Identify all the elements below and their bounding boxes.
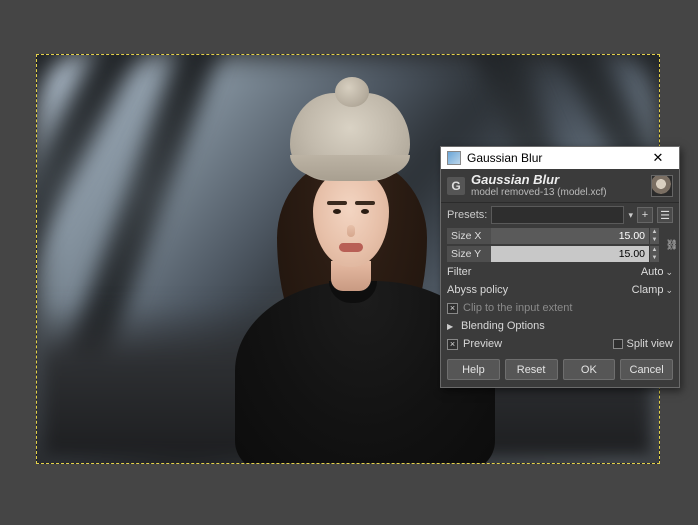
split-view-toggle[interactable]: Split view: [613, 338, 673, 350]
expand-arrow-icon: ▶: [447, 322, 456, 331]
filter-row[interactable]: Filter Auto ⌄: [441, 263, 679, 281]
gaussian-blur-dialog: Gaussian Blur ✕ G Gaussian Blur model re…: [440, 146, 680, 388]
clip-row[interactable]: × Clip to the input extent: [441, 299, 679, 317]
close-button[interactable]: ✕: [641, 148, 675, 168]
filter-subtitle: model removed-13 (model.xcf): [471, 187, 645, 198]
cancel-button[interactable]: Cancel: [620, 359, 673, 380]
reset-button-label: Reset: [517, 364, 546, 376]
size-y-input[interactable]: 15.00: [491, 246, 649, 262]
size-y-value: 15.00: [619, 248, 645, 260]
presets-select[interactable]: [491, 206, 624, 224]
plus-icon: +: [642, 209, 648, 221]
size-x-label: Size X: [447, 228, 491, 244]
spin-up-icon: ▲: [650, 246, 659, 254]
reset-button[interactable]: Reset: [505, 359, 558, 380]
blending-options-label: Blending Options: [461, 320, 545, 332]
blending-options-row[interactable]: ▶ Blending Options: [441, 317, 679, 335]
clip-checkbox[interactable]: ×: [447, 303, 458, 314]
gegl-icon: G: [447, 177, 465, 195]
size-y-spinner[interactable]: ▲▼: [649, 246, 659, 262]
chain-link-icon[interactable]: ⛓: [666, 240, 679, 251]
presets-label: Presets:: [447, 209, 487, 221]
presets-row: Presets: ▾ + ☰: [441, 203, 679, 227]
ok-button-label: OK: [581, 364, 597, 376]
preview-toggle[interactable]: × Preview: [447, 338, 502, 350]
app-icon: [447, 151, 461, 165]
clip-label: Clip to the input extent: [463, 302, 572, 314]
chevron-down-icon: ⌄: [665, 267, 673, 278]
cancel-button-label: Cancel: [630, 364, 664, 376]
abyss-value: Clamp: [632, 284, 664, 296]
filter-label: Filter: [447, 266, 641, 278]
size-x-spinner[interactable]: ▲▼: [649, 228, 659, 244]
size-y-row: Size Y 15.00 ▲▼: [441, 245, 665, 263]
dialog-titlebar[interactable]: Gaussian Blur ✕: [441, 147, 679, 169]
abyss-label: Abyss policy: [447, 284, 632, 296]
dialog-title: Gaussian Blur: [467, 151, 542, 165]
chevron-down-icon: ▾: [628, 210, 633, 221]
preview-label: Preview: [463, 338, 502, 350]
size-x-value: 15.00: [619, 230, 645, 242]
size-y-label: Size Y: [447, 246, 491, 262]
help-button[interactable]: Help: [447, 359, 500, 380]
filter-value: Auto: [641, 266, 664, 278]
split-view-label: Split view: [627, 338, 673, 350]
abyss-policy-row[interactable]: Abyss policy Clamp ⌄: [441, 281, 679, 299]
ok-button[interactable]: OK: [563, 359, 616, 380]
spin-up-icon: ▲: [650, 228, 659, 236]
size-x-row: Size X 15.00 ▲▼: [441, 227, 665, 245]
filter-title: Gaussian Blur: [471, 173, 645, 187]
manage-presets-button[interactable]: ☰: [657, 207, 673, 223]
chevron-down-icon: ⌄: [665, 285, 673, 296]
add-preset-button[interactable]: +: [637, 207, 653, 223]
split-view-checkbox[interactable]: [613, 339, 623, 349]
dialog-header: G Gaussian Blur model removed-13 (model.…: [441, 169, 679, 203]
close-icon: ✕: [653, 150, 664, 166]
preview-thumbnail: [651, 175, 673, 197]
dialog-button-row: Help Reset OK Cancel: [441, 353, 679, 387]
size-x-input[interactable]: 15.00: [491, 228, 649, 244]
spin-down-icon: ▼: [650, 236, 659, 244]
menu-icon: ☰: [660, 209, 670, 222]
preview-checkbox[interactable]: ×: [447, 339, 458, 350]
spin-down-icon: ▼: [650, 254, 659, 262]
help-button-label: Help: [462, 364, 485, 376]
